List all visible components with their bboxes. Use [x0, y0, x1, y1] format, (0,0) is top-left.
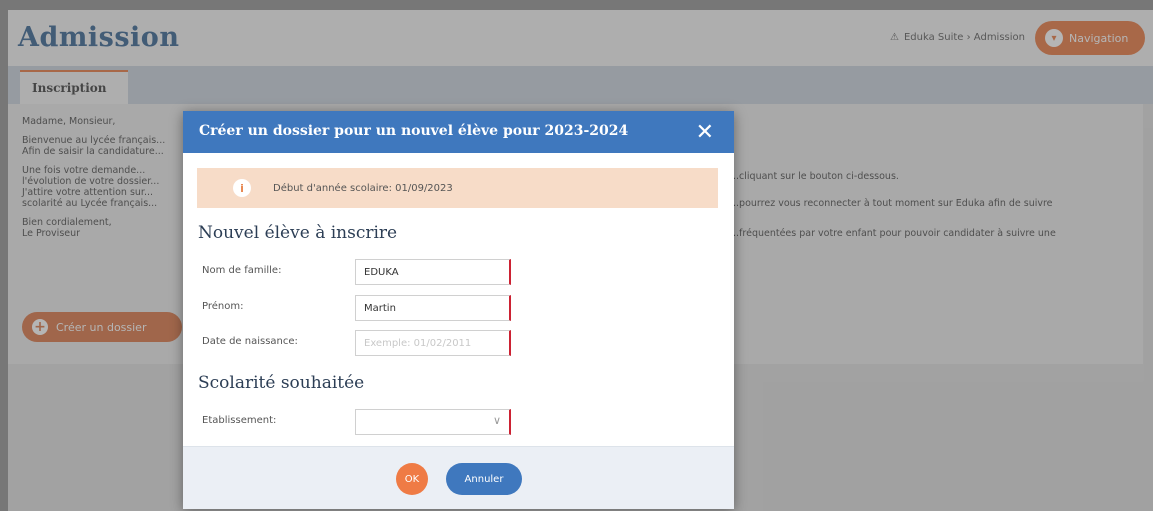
school-select[interactable]: ∨ — [355, 409, 511, 435]
first-name-field[interactable] — [355, 295, 511, 321]
modal-title: Créer un dossier pour un nouvel élève po… — [199, 123, 629, 139]
section-title-student: Nouvel élève à inscrire — [198, 223, 398, 243]
cancel-button[interactable]: Annuler — [446, 463, 522, 495]
form-row-first-name: Prénom: — [202, 295, 522, 321]
first-name-label: Prénom: — [202, 301, 244, 312]
section-title-schooling: Scolarité souhaitée — [198, 373, 365, 393]
school-label: Etablissement: — [202, 415, 277, 426]
modal-header: Créer un dossier pour un nouvel élève po… — [183, 111, 734, 153]
form-row-birth-date: Date de naissance: — [202, 330, 522, 356]
ok-button[interactable]: OK — [396, 463, 428, 495]
info-icon: i — [233, 179, 251, 197]
birth-date-label: Date de naissance: — [202, 336, 298, 347]
last-name-label: Nom de famille: — [202, 265, 282, 276]
create-student-modal: Créer un dossier pour un nouvel élève po… — [183, 111, 734, 509]
last-name-field[interactable] — [355, 259, 511, 285]
info-text: Début d'année scolaire: 01/09/2023 — [273, 182, 453, 194]
form-row-last-name: Nom de famille: — [202, 259, 522, 285]
form-row-school: Etablissement: ∨ — [202, 409, 522, 435]
close-icon[interactable]: ✕ — [696, 120, 714, 145]
birth-date-field[interactable] — [355, 330, 511, 356]
info-banner: i Début d'année scolaire: 01/09/2023 — [197, 168, 718, 208]
chevron-down-icon: ∨ — [492, 414, 501, 427]
modal-footer: OK Annuler — [183, 446, 734, 509]
